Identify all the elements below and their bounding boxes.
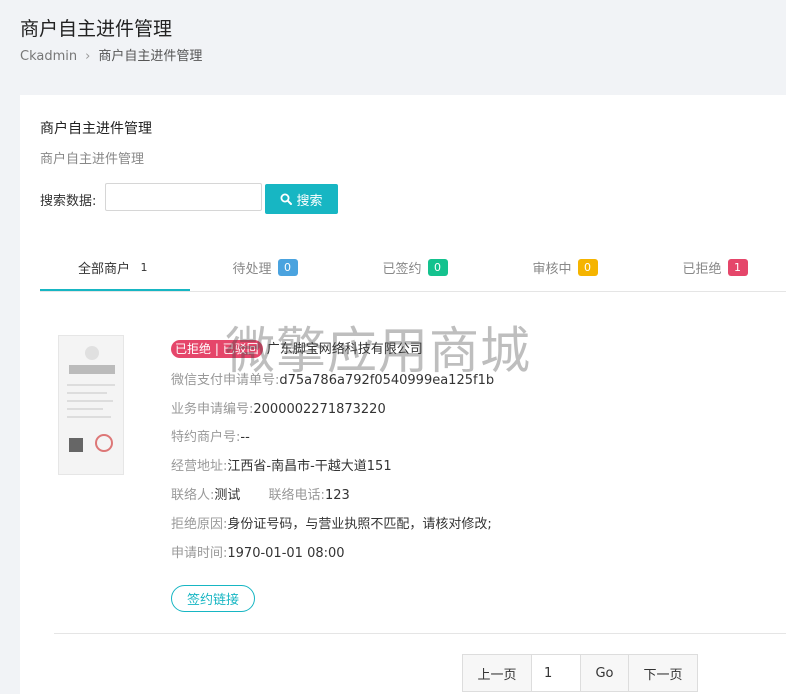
field-label: 申请时间: xyxy=(171,546,228,561)
field-label: 业务申请编号: xyxy=(171,402,254,417)
field-value: 1970-01-01 08:00 xyxy=(227,546,345,561)
tab-label: 已签约 xyxy=(382,262,422,277)
tab-all-merchants[interactable]: 全部商户 1 xyxy=(40,245,190,291)
license-title-graphic xyxy=(69,365,115,374)
license-text-line xyxy=(67,416,111,418)
wechat-apply-no-row: 微信支付申请单号:d75a786a792f0540999ea125f1b xyxy=(171,369,494,388)
license-text-line xyxy=(67,384,115,386)
divider xyxy=(54,633,786,634)
page-title: 商户自主进件管理 xyxy=(20,18,173,40)
tab-count-badge: 0 xyxy=(427,259,448,276)
tab-count-badge: 0 xyxy=(277,259,298,276)
page-number-input[interactable]: 1 xyxy=(531,654,581,692)
tab-count-badge: 1 xyxy=(727,259,748,276)
status-badge: 已拒绝 | 已驳回 xyxy=(171,340,263,358)
main-card: 商户自主进件管理 商户自主进件管理 搜索数据: 搜索 全部商户 1 待处理 0 已签… xyxy=(20,95,786,694)
search-button-label: 搜索 xyxy=(296,192,323,208)
sign-link-button[interactable]: 签约链接 xyxy=(171,585,255,612)
apply-time-row: 申请时间:1970-01-01 08:00 xyxy=(171,542,345,561)
field-label: 联络电话: xyxy=(268,488,325,503)
tab-count-badge: 0 xyxy=(577,259,598,276)
reject-reason-row: 拒绝原因:身份证号码，与营业执照不匹配，请核对修改; xyxy=(171,513,492,532)
field-label: 经营地址: xyxy=(171,459,228,474)
field-value: 测试 xyxy=(214,488,241,503)
license-text-line xyxy=(67,408,103,410)
tab-label: 审核中 xyxy=(532,262,572,277)
sub-merchant-no-row: 特约商户号:-- xyxy=(171,426,250,445)
field-value: 123 xyxy=(324,488,350,503)
contact-row: 联络人:测试 联络电话:123 xyxy=(171,484,350,503)
tab-reviewing[interactable]: 审核中 0 xyxy=(490,245,640,290)
field-label: 拒绝原因: xyxy=(171,517,228,532)
business-apply-no-row: 业务申请编号:2000002271873220 xyxy=(171,398,386,417)
national-emblem-icon xyxy=(85,346,99,360)
seal-stamp-icon xyxy=(95,434,113,452)
search-input[interactable] xyxy=(105,183,262,211)
status-tabs: 全部商户 1 待处理 0 已签约 0 审核中 0 已拒绝 1 xyxy=(40,245,786,292)
field-value: 2000002271873220 xyxy=(253,402,386,417)
tab-count: 1 xyxy=(140,260,148,274)
business-license-image[interactable] xyxy=(58,335,124,475)
card-subtitle: 商户自主进件管理 xyxy=(40,152,145,167)
tab-label: 待处理 xyxy=(232,262,272,277)
breadcrumb-separator-icon: › xyxy=(85,49,91,64)
license-text-line xyxy=(67,400,113,402)
merchant-header: 已拒绝 | 已驳回 广东脚宝网络科技有限公司 xyxy=(171,338,423,358)
tab-label: 全部商户 xyxy=(77,261,130,277)
tab-signed[interactable]: 已签约 0 xyxy=(340,245,490,290)
search-icon xyxy=(280,193,293,205)
search-button[interactable]: 搜索 xyxy=(265,184,338,214)
field-label: 特约商户号: xyxy=(171,430,241,445)
qr-code-icon xyxy=(69,438,83,452)
field-value: d75a786a792f0540999ea125f1b xyxy=(279,373,495,388)
breadcrumb-root[interactable]: Ckadmin xyxy=(20,49,77,64)
go-button[interactable]: Go xyxy=(580,654,629,692)
breadcrumb: Ckadmin › 商户自主进件管理 xyxy=(20,45,202,64)
next-page-button[interactable]: 下一页 xyxy=(628,654,698,692)
tab-pending[interactable]: 待处理 0 xyxy=(190,245,340,290)
prev-page-button[interactable]: 上一页 xyxy=(462,654,532,692)
field-value: 江西省-南昌市-干越大道151 xyxy=(227,459,392,474)
tab-rejected[interactable]: 已拒绝 1 xyxy=(640,245,786,290)
field-label: 微信支付申请单号: xyxy=(171,373,280,388)
card-title: 商户自主进件管理 xyxy=(40,121,152,137)
field-value: -- xyxy=(240,430,250,445)
license-text-line xyxy=(67,392,107,394)
company-name: 广东脚宝网络科技有限公司 xyxy=(266,342,423,357)
search-label: 搜索数据: xyxy=(40,194,97,209)
address-row: 经营地址:江西省-南昌市-干越大道151 xyxy=(171,455,392,474)
tab-label: 已拒绝 xyxy=(682,262,722,277)
breadcrumb-current: 商户自主进件管理 xyxy=(98,49,203,64)
field-label: 联络人: xyxy=(171,488,215,503)
field-value: 身份证号码，与营业执照不匹配，请核对修改; xyxy=(227,517,492,532)
